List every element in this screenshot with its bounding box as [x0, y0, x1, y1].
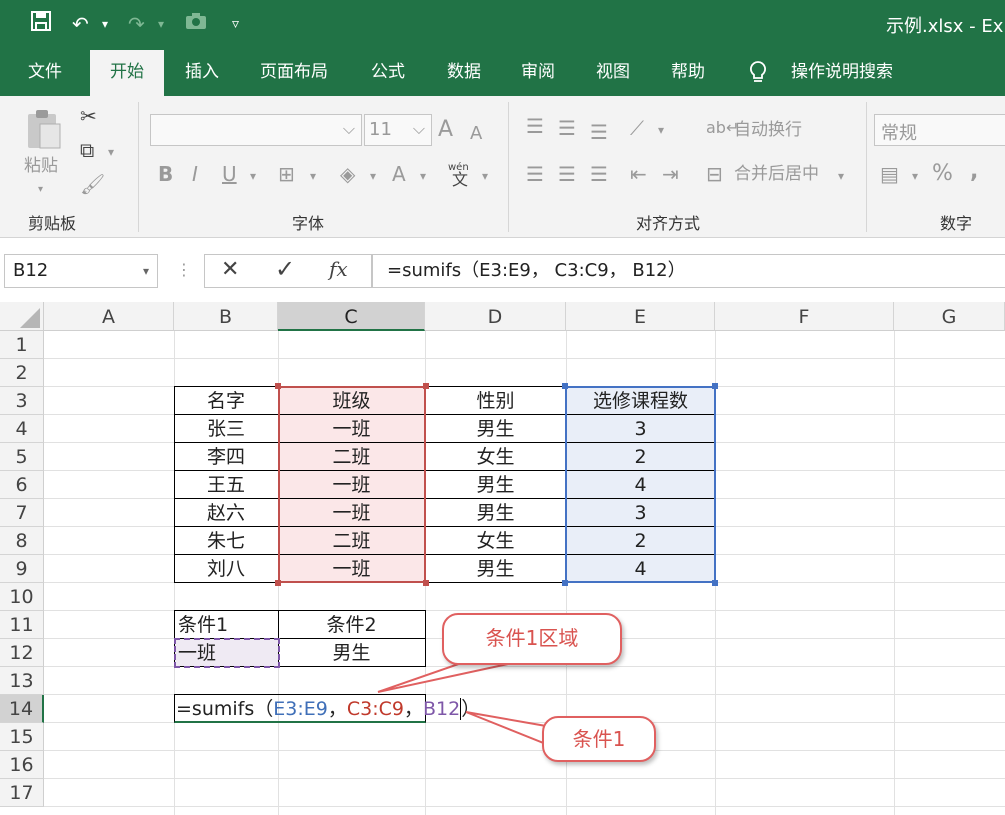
callout-pointers — [377, 658, 547, 746]
callout-range-label: 条件1区域 — [442, 613, 622, 665]
callout-pointer — [465, 711, 547, 746]
callout-criteria-label: 条件1 — [542, 716, 656, 762]
